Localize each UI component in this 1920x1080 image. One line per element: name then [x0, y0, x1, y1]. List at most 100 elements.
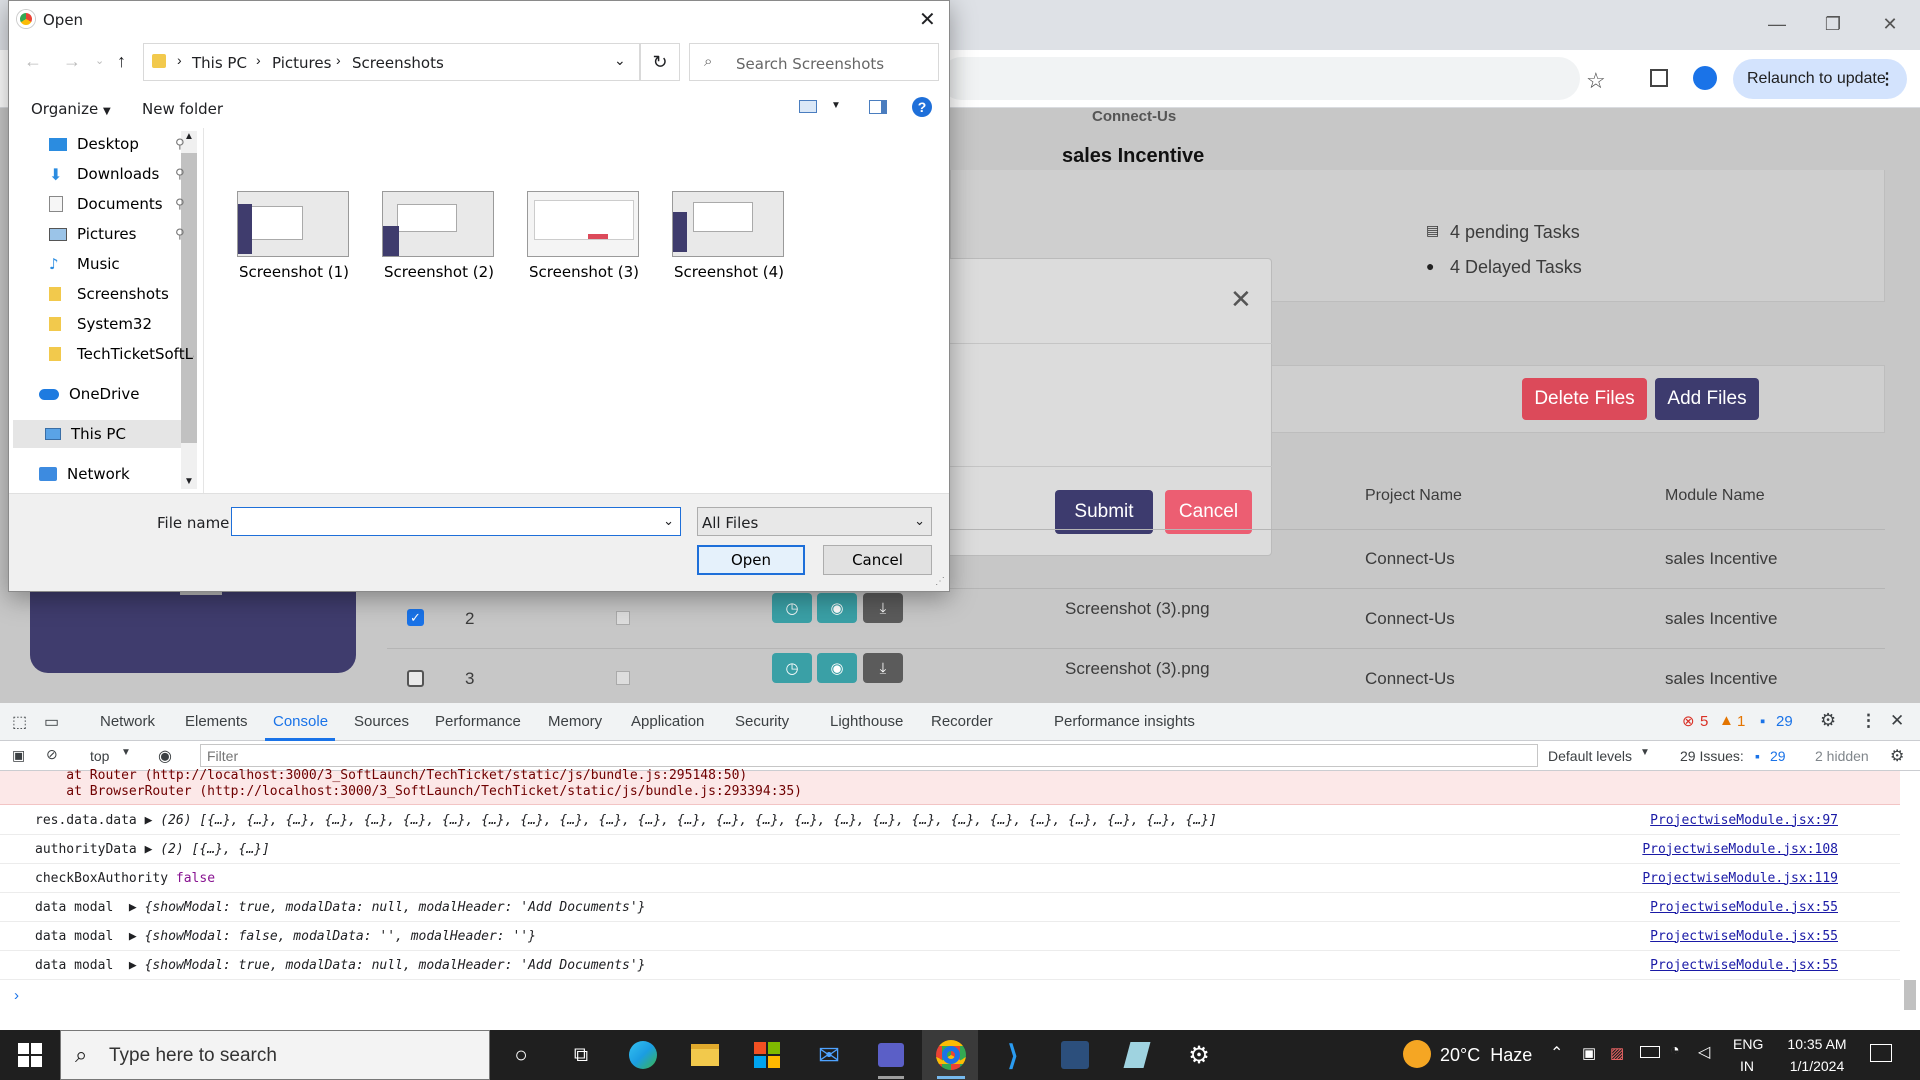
profile-avatar-icon[interactable] — [1693, 66, 1717, 90]
log-value[interactable]: {showModal: false, modalData: '', modalH… — [145, 929, 536, 944]
vpn-app-icon[interactable] — [1054, 1036, 1096, 1074]
nav-item-screenshots[interactable]: Screenshots — [49, 280, 169, 308]
settings-gear-icon[interactable]: ⚙ — [1178, 1036, 1220, 1074]
dialog-cancel-button[interactable]: Cancel — [823, 545, 932, 575]
log-value[interactable]: (2) [{…}, {…}] — [160, 842, 270, 857]
console-prompt-icon[interactable]: › — [14, 987, 19, 1004]
address-bar[interactable] — [940, 57, 1580, 100]
live-expression-eye-icon[interactable]: ◉ — [158, 746, 172, 766]
nav-item-desktop[interactable]: Desktop ⚲ — [49, 130, 185, 158]
breadcrumb-screenshots[interactable]: Screenshots — [352, 54, 444, 72]
organize-button[interactable]: Organize ▼ — [31, 100, 111, 118]
sidebar-toggle-icon[interactable]: ▣ — [12, 747, 25, 764]
row3-secondary-checkbox[interactable] — [616, 671, 630, 685]
file-name-dropdown-icon[interactable]: ⌄ — [663, 513, 674, 529]
tray-alert-icon[interactable]: ▨ — [1610, 1044, 1624, 1062]
nav-item-documents[interactable]: Documents ⚲ — [49, 190, 185, 218]
console-settings-icon[interactable]: ⚙ — [1890, 746, 1904, 766]
breadcrumb-this-pc[interactable]: This PC — [192, 54, 247, 72]
file-type-select[interactable]: All Files ⌄ — [697, 507, 932, 536]
log-source-link[interactable]: ProjectwiseModule.jsx:55 — [1650, 929, 1838, 944]
file-thumbnail[interactable] — [527, 191, 639, 257]
file-name-label[interactable]: Screenshot (1) — [219, 263, 369, 281]
tab-lighthouse[interactable]: Lighthouse — [830, 713, 903, 730]
tray-chevron-icon[interactable]: ⌃ — [1550, 1043, 1563, 1063]
breadcrumb-dropdown-icon[interactable]: ⌄ — [614, 52, 626, 69]
console-scrollbar[interactable] — [1904, 980, 1916, 1010]
dialog-close-icon[interactable]: ✕ — [919, 7, 936, 32]
devtools-menu-icon[interactable]: ⋮ — [1860, 711, 1877, 731]
nav-item-music[interactable]: ♪ Music — [49, 250, 120, 278]
clock-time[interactable]: 10:35 AM — [1782, 1036, 1852, 1052]
issues-count[interactable]: 29 — [1770, 748, 1786, 764]
nav-item-this-pc[interactable]: This PC — [45, 420, 126, 448]
resize-grip-icon[interactable]: ⋰ — [935, 576, 945, 587]
tab-network[interactable]: Network — [100, 713, 155, 730]
log-source-link[interactable]: ProjectwiseModule.jsx:55 — [1650, 958, 1838, 973]
file-thumbnail[interactable] — [672, 191, 784, 257]
view-eye-icon[interactable]: ◉ — [817, 653, 857, 683]
vscode-icon[interactable]: ⟩ — [992, 1036, 1034, 1074]
back-arrow-icon[interactable]: ← — [24, 51, 42, 72]
tab-console[interactable]: Console — [273, 713, 328, 730]
tab-memory[interactable]: Memory — [548, 713, 602, 730]
tab-elements[interactable]: Elements — [185, 713, 248, 730]
devtools-settings-icon[interactable]: ⚙ — [1820, 710, 1836, 731]
tab-application[interactable]: Application — [631, 713, 704, 730]
nav-item-onedrive[interactable]: OneDrive — [39, 380, 140, 408]
wifi-icon[interactable]: ◔ — [1670, 1042, 1680, 1060]
language-bottom[interactable]: IN — [1740, 1058, 1754, 1074]
device-toolbar-icon[interactable]: ▭ — [44, 712, 59, 732]
restore-icon[interactable]: ❐ — [1813, 10, 1853, 38]
nav-scrollbar[interactable]: ▲ ▼ — [181, 131, 197, 489]
modal-close-icon[interactable]: ✕ — [1230, 284, 1252, 315]
row3-checkbox[interactable] — [407, 670, 424, 687]
clock-date[interactable]: 1/1/2024 — [1782, 1058, 1852, 1074]
error-count[interactable]: 5 — [1700, 713, 1708, 730]
notes-app-icon[interactable] — [1116, 1036, 1158, 1074]
volume-icon[interactable]: ◁ — [1698, 1042, 1710, 1062]
console-filter-input[interactable] — [200, 744, 1538, 767]
preview-pane-icon[interactable] — [869, 100, 887, 114]
windows-start-icon[interactable] — [18, 1043, 42, 1067]
file-name-label[interactable]: Screenshot (4) — [654, 263, 804, 281]
up-arrow-icon[interactable]: ↑ — [117, 51, 126, 72]
log-source-link[interactable]: ProjectwiseModule.jsx:97 — [1650, 813, 1838, 828]
warning-count[interactable]: 1 — [1737, 713, 1745, 730]
log-value[interactable]: {showModal: true, modalData: null, modal… — [145, 900, 646, 915]
file-explorer-icon[interactable] — [684, 1036, 726, 1074]
open-button[interactable]: Open — [697, 545, 805, 575]
edge-browser-icon[interactable] — [622, 1036, 664, 1074]
file-name-label[interactable]: Screenshot (3) — [509, 263, 659, 281]
row2-checkbox[interactable]: ✓ — [407, 609, 424, 626]
search-box[interactable]: ⌕ Search Screenshots — [689, 43, 939, 81]
file-thumbnail[interactable] — [382, 191, 494, 257]
tab-performance[interactable]: Performance — [435, 713, 521, 730]
view-dropdown-icon[interactable]: ▼ — [831, 100, 841, 111]
nav-item-system32[interactable]: System32 — [49, 310, 152, 338]
context-selector[interactable]: top — [90, 748, 109, 764]
scroll-down-icon[interactable]: ▼ — [184, 476, 194, 487]
log-value[interactable]: {showModal: true, modalData: null, modal… — [145, 958, 646, 973]
minimize-icon[interactable]: — — [1757, 10, 1797, 38]
log-source-link[interactable]: ProjectwiseModule.jsx:55 — [1650, 900, 1838, 915]
teams-icon[interactable] — [870, 1036, 912, 1074]
tab-sources[interactable]: Sources — [354, 713, 409, 730]
side-panel-icon[interactable] — [1650, 69, 1668, 87]
file-thumbnail[interactable] — [237, 191, 349, 257]
view-eye-icon[interactable]: ◉ — [817, 593, 857, 623]
history-icon[interactable]: ◷ — [772, 593, 812, 623]
notification-center-icon[interactable] — [1870, 1044, 1892, 1062]
nav-item-techticket[interactable]: TechTicketSoftLa — [49, 340, 194, 368]
breadcrumb-pictures[interactable]: Pictures — [272, 54, 331, 72]
mail-icon[interactable]: ✉ — [808, 1036, 850, 1074]
cortana-icon[interactable]: ○ — [500, 1036, 542, 1074]
view-options-icon[interactable] — [799, 100, 817, 113]
close-window-icon[interactable]: ✕ — [1870, 10, 1910, 38]
relaunch-button[interactable]: Relaunch to update ⋮ — [1733, 59, 1907, 99]
inspect-element-icon[interactable]: ⬚ — [12, 712, 27, 732]
history-icon[interactable]: ◷ — [772, 653, 812, 683]
download-icon[interactable]: ⤓ — [863, 653, 903, 683]
message-count[interactable]: 29 — [1776, 713, 1793, 730]
language-top[interactable]: ENG — [1733, 1036, 1763, 1052]
